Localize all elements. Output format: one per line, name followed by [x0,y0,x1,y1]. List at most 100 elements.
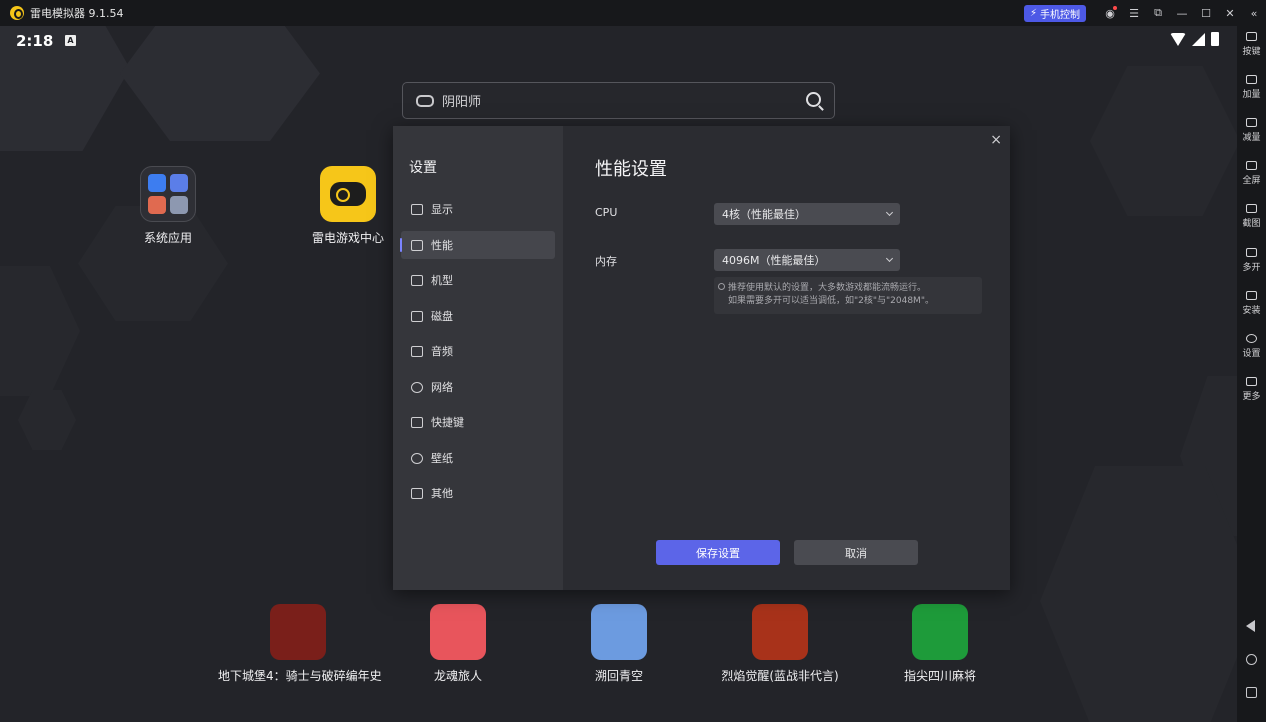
gamepad-icon [411,345,423,357]
gear-icon [1246,334,1257,343]
install-button[interactable]: 安装 [1237,291,1266,316]
page-title: 性能设置 [595,159,667,180]
dock-app[interactable]: 龙魂旅人 [408,604,508,684]
desktop-app-game-center[interactable]: 雷电游戏中心 [298,166,398,246]
cancel-button[interactable]: 取消 [794,540,918,565]
status-icons [1170,32,1219,46]
tool-label: 设置 [1242,349,1261,359]
gamepad-icon [416,94,434,107]
apk-install-icon [1246,291,1257,300]
app-icon [270,604,326,660]
app-label: 系统应用 [143,231,192,245]
system-apps-folder-icon [140,166,196,222]
multi-window-icon [1246,248,1257,257]
tool-label: 全屏 [1242,176,1261,186]
sidebar-item-label: 机型 [431,274,453,287]
close-window-icon[interactable]: ✕ [1218,0,1242,26]
title-bar: 雷电模拟器 9.1.54 ⚡ 手机控制 ◉ ☰ ⧉ — ☐ ✕ « [0,0,1266,26]
tool-label: 加量 [1242,90,1261,100]
tool-label: 多开 [1242,263,1261,273]
sidebar-item-label: 显示 [431,203,453,216]
home-icon[interactable] [1246,654,1257,665]
sidebar-item-disk[interactable]: 磁盘 [401,302,555,330]
back-icon[interactable] [1246,620,1255,632]
more-icon [1246,377,1257,386]
app-label: 龙魂旅人 [433,669,482,683]
search-input[interactable]: 阴阳师 [442,91,481,110]
memory-select-value: 4096M（性能最佳） [722,254,826,267]
ldplayer-logo-icon [10,6,24,20]
maximize-icon[interactable]: ☐ [1194,0,1218,26]
screenshot-button[interactable]: 截图 [1237,204,1266,229]
app-label: 地下城堡4：骑士与破碎编年史 [218,669,382,683]
settings-dialog: 设置 显示 性能 机型 磁盘 音频 网络 快捷键 壁纸 其他 × 性能设置 CP… [393,126,1010,590]
sidebar-title: 设置 [409,160,437,176]
tool-label: 安装 [1242,306,1261,316]
cpu-select-value: 4核（性能最佳） [722,208,806,221]
volume-up-icon [1246,75,1257,84]
close-icon[interactable]: × [990,132,1002,148]
volume-down-icon [1246,118,1257,127]
sidebar-item-shortcuts[interactable]: 快捷键 [401,408,555,436]
sidebar-item-label: 快捷键 [431,416,464,429]
tool-label: 按键 [1242,47,1261,57]
grid-icon [411,487,423,499]
folder-icon [411,274,423,286]
sidebar-item-model[interactable]: 机型 [401,266,555,294]
volume-up-button[interactable]: 加量 [1237,75,1266,100]
sidebar-item-performance[interactable]: 性能 [400,231,555,259]
emulator-screen: 2:18 A 阴阳师 系统应用 雷电游戏中心 地下城堡4：骑士与破碎编年史 龙魂… [0,26,1237,722]
multi-instance-button[interactable]: 多开 [1237,248,1266,273]
restore-window-icon[interactable]: ⧉ [1146,0,1170,26]
wallpaper-hexagon [120,26,320,141]
recent-apps-icon[interactable] [1246,687,1257,698]
dock-app[interactable]: 地下城堡4：骑士与破碎编年史 [218,604,382,684]
phone-control-button[interactable]: ⚡ 手机控制 [1023,4,1086,22]
bulb-icon [718,283,725,290]
scissors-icon [1246,204,1257,213]
disk-icon [411,310,423,322]
desktop-app-system[interactable]: 系统应用 [118,166,218,246]
app-label: 指尖四川麻将 [903,669,976,683]
search-icon[interactable] [806,92,821,107]
sidebar-item-wallpaper[interactable]: 壁纸 [401,444,555,472]
search-bar[interactable]: 阴阳师 [402,82,835,119]
battery-icon [1211,32,1219,46]
memory-label: 内存 [595,255,617,268]
menu-icon[interactable]: ☰ [1122,0,1146,26]
performance-hint: 推荐使用默认的设置，大多数游戏都能流畅运行。 如果需要多开可以适当调低，如"2核… [714,277,982,314]
chevron-down-icon [885,208,894,217]
dock-app[interactable]: 溯回青空 [569,604,669,684]
memory-select[interactable]: 4096M（性能最佳） [714,249,900,271]
cpu-select[interactable]: 4核（性能最佳） [714,203,900,225]
more-button[interactable]: 更多 [1237,377,1266,402]
app-label: 烈焰觉醒(蓝战非代言) [721,669,839,683]
hint-line: 如果需要多开可以适当调低，如"2核"与"2048M"。 [728,296,934,306]
sidebar-item-label: 性能 [431,239,453,252]
dock-app[interactable]: 指尖四川麻将 [890,604,990,684]
fullscreen-icon [1246,161,1257,170]
sidebar-item-audio[interactable]: 音频 [401,337,555,365]
sidebar-item-label: 网络 [431,381,453,394]
sidebar-item-label: 其他 [431,487,453,500]
sidebar-item-network[interactable]: 网络 [401,373,555,401]
sidebar-item-display[interactable]: 显示 [401,195,555,223]
tool-label: 更多 [1242,392,1261,402]
app-label: 雷电游戏中心 [311,231,384,245]
account-icon[interactable]: ◉ [1098,0,1122,26]
sidebar-item-other[interactable]: 其他 [401,479,555,507]
save-button[interactable]: 保存设置 [656,540,780,565]
volume-down-button[interactable]: 减量 [1237,118,1266,143]
palette-icon [411,452,423,464]
dock-app[interactable]: 烈焰觉醒(蓝战非代言) [720,604,840,684]
keyboard-icon [1246,32,1257,41]
cpu-label: CPU [595,206,618,219]
keymap-button[interactable]: 按键 [1237,32,1266,57]
minimize-icon[interactable]: — [1170,0,1194,26]
settings-button[interactable]: 设置 [1237,334,1266,359]
collapse-sidebar-icon[interactable]: « [1242,0,1266,26]
app-label: 溯回青空 [594,669,643,683]
keyboard-icon [411,416,423,428]
fullscreen-button[interactable]: 全屏 [1237,161,1266,186]
performance-icon [411,239,423,251]
